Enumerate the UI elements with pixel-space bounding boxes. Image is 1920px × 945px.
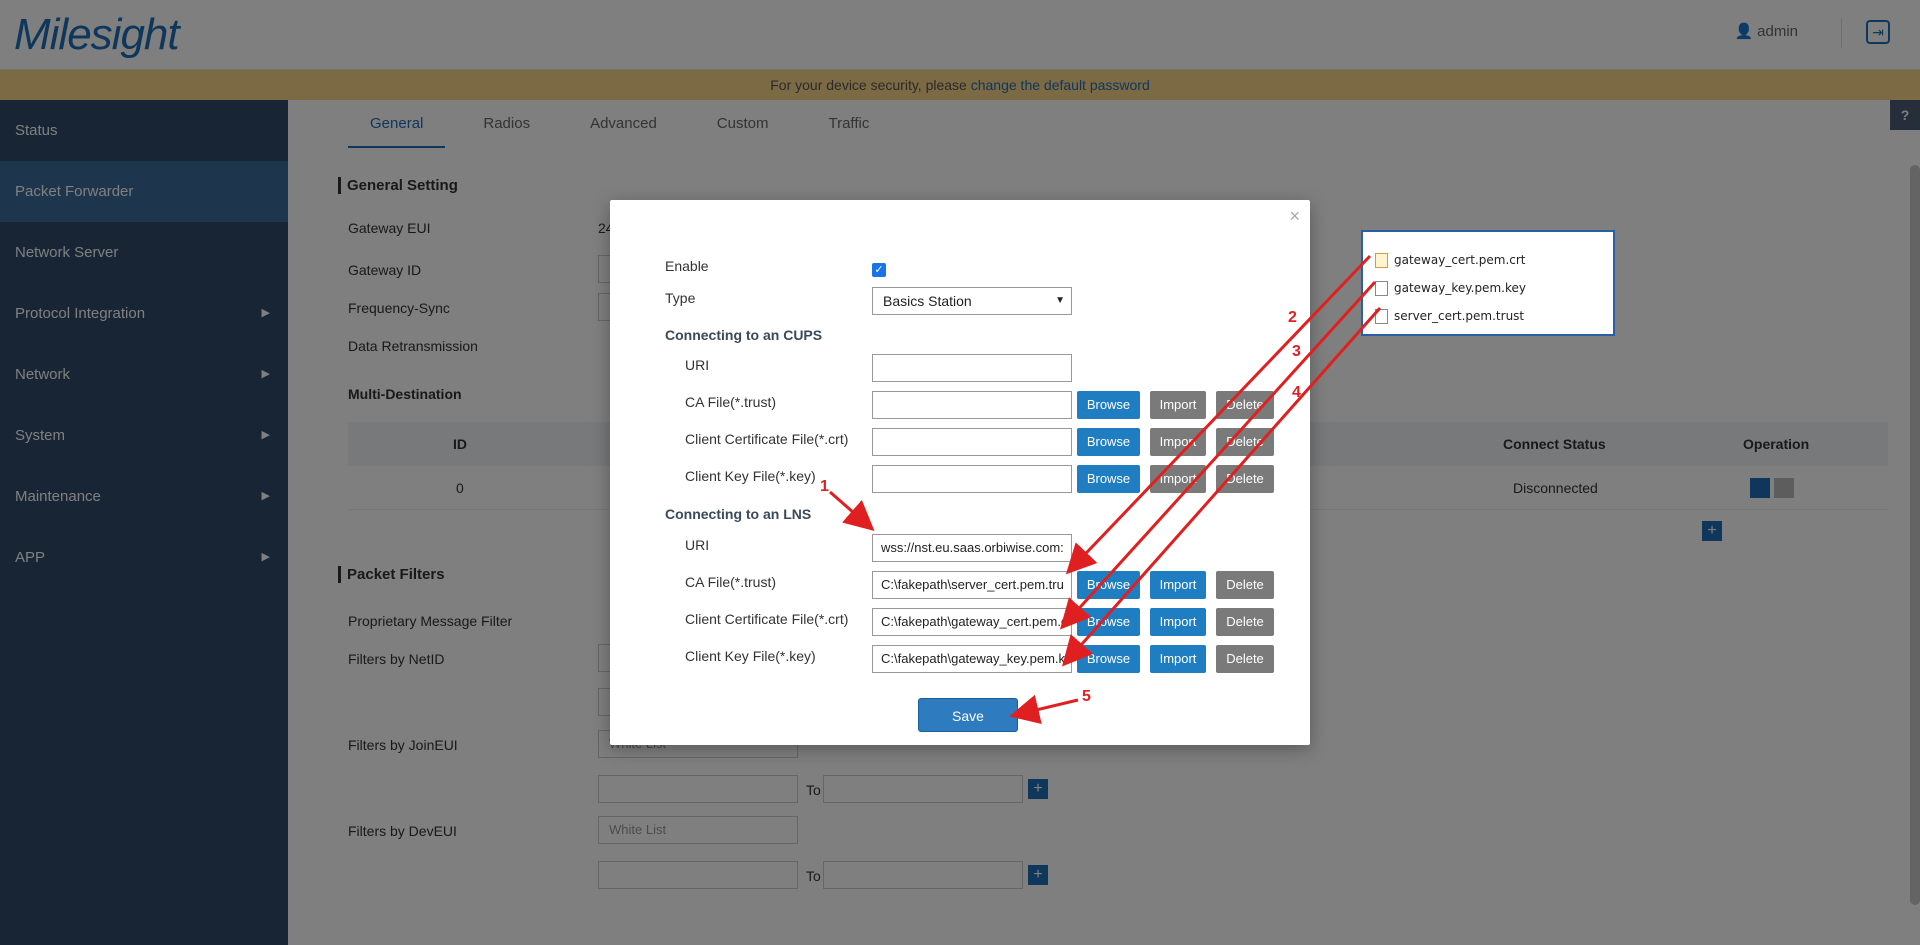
file-explorer-panel: gateway_cert.pem.crt gateway_key.pem.key… (1361, 230, 1615, 336)
enable-label: Enable (665, 258, 709, 274)
cups-key-input[interactable] (872, 465, 1072, 493)
cups-uri-input[interactable] (872, 354, 1072, 382)
lns-ca-delete-button[interactable]: Delete (1216, 571, 1274, 599)
lns-cert-browse-button[interactable]: Browse (1077, 608, 1140, 636)
type-select-value: Basics Station (883, 293, 972, 309)
cups-cert-browse-button[interactable]: Browse (1077, 428, 1140, 456)
lns-cert-delete-button[interactable]: Delete (1216, 608, 1274, 636)
file-icon (1375, 308, 1388, 324)
cups-heading: Connecting to an CUPS (665, 327, 823, 343)
lns-key-browse-button[interactable]: Browse (1077, 645, 1140, 673)
cups-uri-label: URI (685, 357, 710, 373)
close-icon[interactable]: × (1289, 206, 1300, 227)
cups-ca-browse-button[interactable]: Browse (1077, 391, 1140, 419)
lns-ca-label: CA File(*.trust) (685, 574, 777, 590)
file-name: server_cert.pem.trust (1394, 309, 1525, 323)
lns-key-label: Client Key File(*.key) (685, 648, 816, 664)
chevron-down-icon: ▼ (1055, 295, 1065, 306)
lns-ca-import-button[interactable]: Import (1150, 571, 1206, 599)
file-item[interactable]: gateway_key.pem.key (1375, 278, 1526, 298)
cups-key-label: Client Key File(*.key) (685, 468, 816, 484)
cups-ca-import-button[interactable]: Import (1150, 391, 1206, 419)
cups-ca-delete-button[interactable]: Delete (1216, 391, 1274, 419)
annotation-number-5: 5 (1082, 688, 1091, 705)
cups-cert-import-button[interactable]: Import (1150, 428, 1206, 456)
certificate-file-icon (1375, 252, 1388, 268)
cups-cert-label: Client Certificate File(*.crt) (685, 431, 849, 447)
file-item[interactable]: server_cert.pem.trust (1375, 306, 1524, 326)
annotation-number-1: 1 (820, 478, 829, 495)
enable-checkbox[interactable]: ✓ (872, 263, 886, 277)
lns-key-delete-button[interactable]: Delete (1216, 645, 1274, 673)
file-name: gateway_cert.pem.crt (1394, 253, 1526, 267)
lns-cert-import-button[interactable]: Import (1150, 608, 1206, 636)
lns-uri-label: URI (685, 537, 710, 553)
cups-ca-label: CA File(*.trust) (685, 394, 777, 410)
lns-key-import-button[interactable]: Import (1150, 645, 1206, 673)
file-name: gateway_key.pem.key (1394, 281, 1526, 295)
lns-heading: Connecting to an LNS (665, 506, 812, 522)
lns-ca-input[interactable]: C:\fakepath\server_cert.pem.tru (872, 571, 1072, 599)
lns-ca-browse-button[interactable]: Browse (1077, 571, 1140, 599)
lns-cert-label: Client Certificate File(*.crt) (685, 611, 849, 627)
save-button[interactable]: Save (918, 698, 1018, 732)
annotation-number-2: 2 (1288, 309, 1297, 326)
annotation-number-4: 4 (1292, 384, 1301, 401)
destination-modal: × Enable ✓ Type Basics Station ▼ Connecti… (610, 200, 1310, 745)
cups-cert-delete-button[interactable]: Delete (1216, 428, 1274, 456)
file-icon (1375, 280, 1388, 296)
file-item[interactable]: gateway_cert.pem.crt (1375, 250, 1526, 270)
lns-cert-input[interactable]: C:\fakepath\gateway_cert.pem.c (872, 608, 1072, 636)
annotation-number-3: 3 (1292, 343, 1301, 360)
cups-key-delete-button[interactable]: Delete (1216, 465, 1274, 493)
cups-key-browse-button[interactable]: Browse (1077, 465, 1140, 493)
cups-ca-input[interactable] (872, 391, 1072, 419)
lns-key-input[interactable]: C:\fakepath\gateway_key.pem.k (872, 645, 1072, 673)
cups-cert-input[interactable] (872, 428, 1072, 456)
lns-uri-input[interactable]: wss://nst.eu.saas.orbiwise.com: (872, 534, 1072, 562)
type-label: Type (665, 290, 696, 306)
type-select[interactable]: Basics Station ▼ (872, 287, 1072, 315)
cups-key-import-button[interactable]: Import (1150, 465, 1206, 493)
